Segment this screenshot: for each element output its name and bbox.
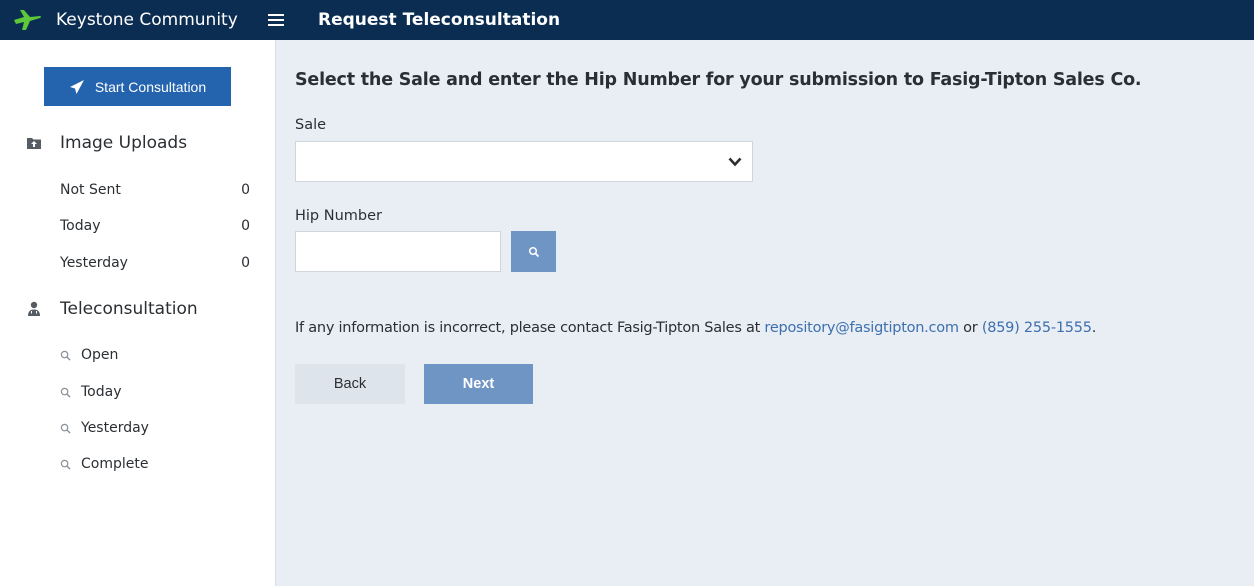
item-count: 0 (241, 218, 250, 234)
airplane-logo-icon (14, 10, 41, 30)
teleconsultation-header[interactable]: Teleconsultation (26, 299, 198, 319)
sidebar-item-open[interactable]: Open (60, 344, 118, 366)
sidebar-item-label: Today (81, 384, 122, 400)
brand[interactable]: Keystone Community (0, 8, 276, 32)
doctor-icon (28, 301, 40, 316)
main-content: Select the Sale and enter the Hip Number… (277, 40, 1254, 586)
contact-info-period: . (1091, 320, 1097, 336)
hip-search-button[interactable] (511, 231, 556, 272)
sidebar-item-label: Open (81, 347, 119, 363)
hamburger-menu-icon[interactable] (268, 14, 284, 26)
sidebar-item-label: Yesterday (60, 255, 128, 271)
sidebar-item-label: Not Sent (60, 182, 121, 198)
start-consultation-label: Start Consultation (94, 78, 207, 95)
search-icon (528, 246, 539, 257)
hip-number-input[interactable] (295, 231, 501, 272)
item-count: 0 (241, 182, 250, 198)
sidebar-item-complete[interactable]: Complete (60, 453, 148, 475)
sidebar: Start Consultation Image Uploads Not Sen… (0, 40, 276, 586)
form-heading: Select the Sale and enter the Hip Number… (295, 70, 1142, 90)
start-consultation-button[interactable]: Start Consultation (44, 67, 231, 106)
chevron-down-icon (728, 157, 742, 166)
sidebar-item-yesterday[interactable]: Yesterday 0 (60, 252, 250, 274)
next-button[interactable]: Next (424, 364, 533, 404)
back-button[interactable]: Back (295, 364, 405, 404)
search-icon (60, 387, 71, 398)
phone-link[interactable]: (859) 255-1555 (982, 320, 1092, 336)
sidebar-item-today[interactable]: Today 0 (60, 215, 250, 237)
image-uploads-label: Image Uploads (60, 133, 188, 153)
sidebar-item-not-sent[interactable]: Not Sent 0 (60, 179, 250, 201)
contact-info-or: or (958, 320, 982, 336)
teleconsultation-label: Teleconsultation (60, 299, 198, 319)
top-bar: Keystone Community Request Teleconsultat… (0, 0, 1254, 40)
sidebar-item-yesterday[interactable]: Yesterday (60, 417, 149, 439)
sale-label: Sale (295, 117, 327, 133)
paper-plane-icon (69, 79, 84, 94)
contact-info-text: If any information is incorrect, please … (295, 320, 765, 336)
sale-select[interactable] (295, 141, 753, 182)
brand-name: Keystone Community (56, 10, 238, 30)
search-icon (60, 350, 71, 361)
item-count: 0 (241, 255, 250, 271)
sidebar-item-label: Today (60, 218, 101, 234)
search-icon (60, 423, 71, 434)
folder-upload-icon (27, 138, 41, 149)
page-title: Request Teleconsultation (318, 10, 561, 30)
hip-number-label: Hip Number (295, 208, 382, 224)
sidebar-item-label: Complete (81, 456, 149, 472)
email-link[interactable]: repository@fasigtipton.com (764, 320, 959, 336)
image-uploads-header[interactable]: Image Uploads (26, 133, 187, 153)
search-icon (60, 459, 71, 470)
sidebar-item-today[interactable]: Today (60, 381, 122, 403)
sidebar-item-label: Yesterday (81, 420, 149, 436)
contact-info: If any information is incorrect, please … (295, 320, 1096, 336)
